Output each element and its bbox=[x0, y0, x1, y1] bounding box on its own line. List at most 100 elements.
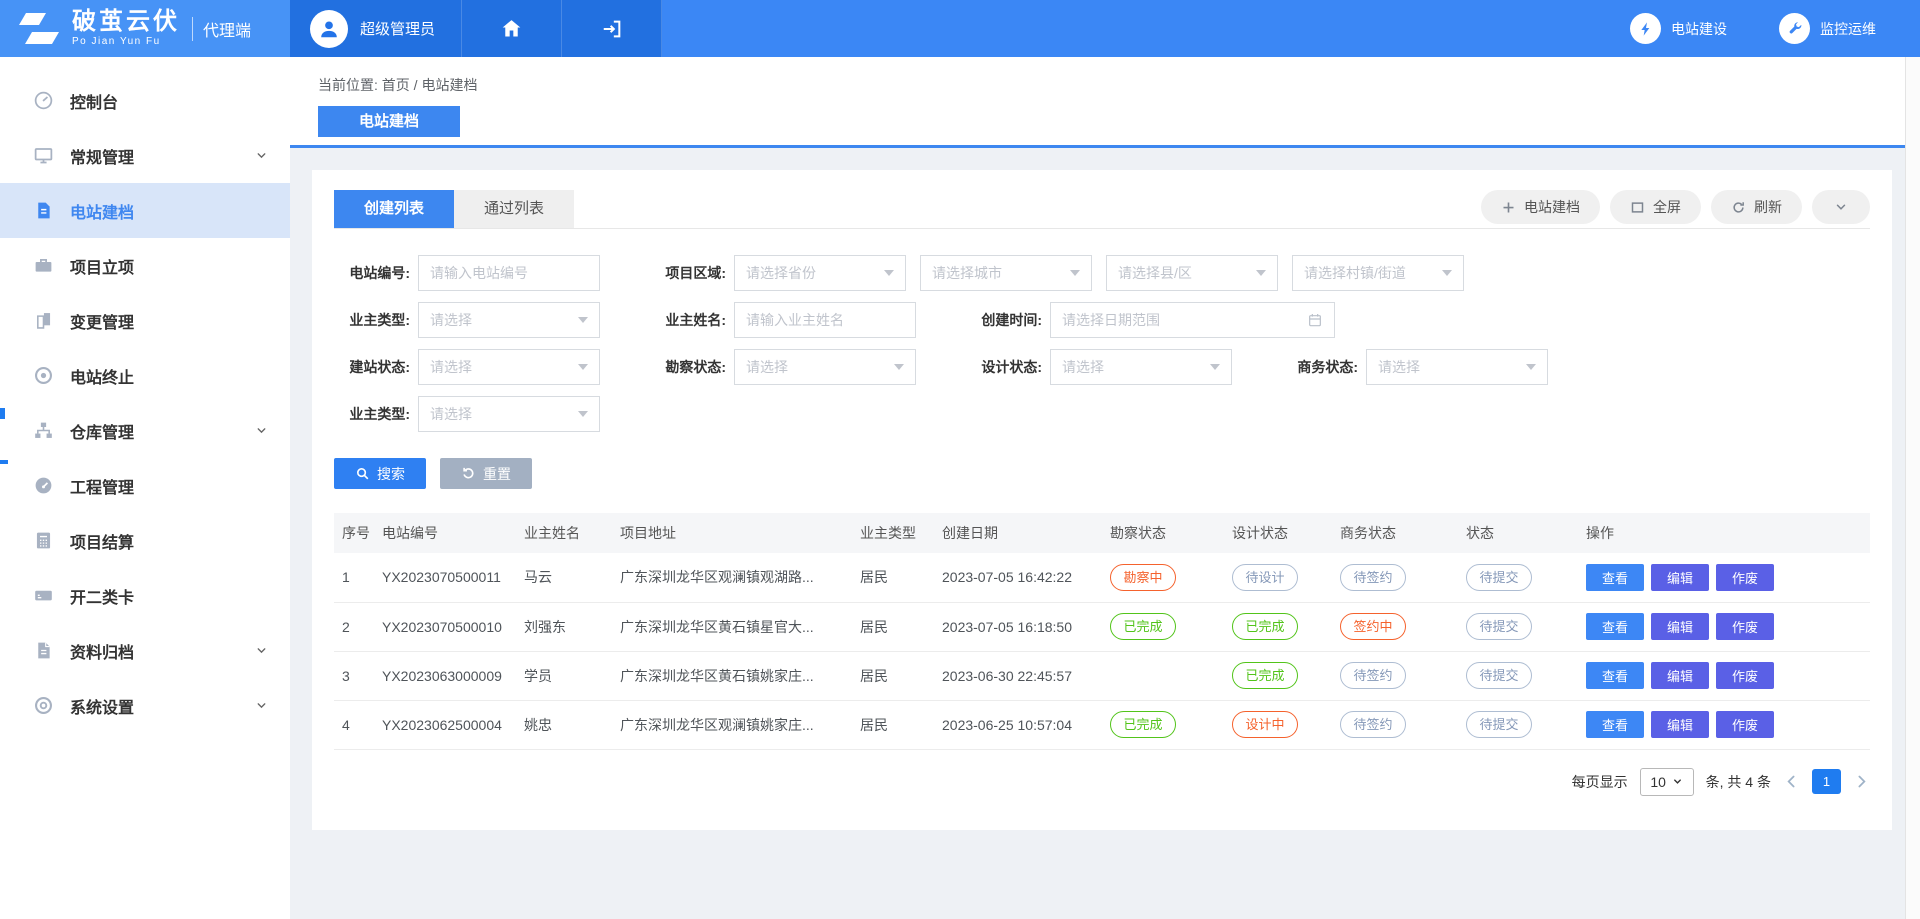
user-name: 超级管理员 bbox=[360, 18, 435, 39]
void-button[interactable]: 作废 bbox=[1716, 613, 1774, 640]
tab-create-list[interactable]: 创建列表 bbox=[334, 190, 454, 228]
sidebar-item-label: 系统设置 bbox=[70, 694, 134, 718]
page-tab-station-archive[interactable]: 电站建档 bbox=[318, 106, 460, 137]
create-station-button[interactable]: 电站建档 bbox=[1481, 190, 1600, 224]
business-status-badge: 签约中 bbox=[1340, 613, 1406, 640]
sidebar-item-engineering-mgmt[interactable]: 工程管理 bbox=[0, 458, 290, 513]
search-label: 搜索 bbox=[377, 464, 405, 484]
page-body: 创建列表 通过列表 电站建档 全屏 bbox=[290, 148, 1920, 919]
fullscreen-button[interactable]: 全屏 bbox=[1610, 190, 1701, 224]
caret-down-icon bbox=[1442, 270, 1452, 276]
void-button[interactable]: 作废 bbox=[1716, 662, 1774, 689]
filter-owner-name: 业主姓名: bbox=[650, 302, 916, 338]
quick-link-monitor-ops[interactable]: 监控运维 bbox=[1779, 0, 1876, 57]
col-survey: 勘察状态 bbox=[1102, 513, 1224, 553]
station-table: 序号 电站编号 业主姓名 项目地址 业主类型 创建日期 勘察状态 设计状态 商务… bbox=[334, 513, 1870, 750]
scrollbar[interactable] bbox=[1905, 57, 1920, 919]
province-select[interactable]: 请选择省份 bbox=[734, 255, 906, 291]
select-placeholder: 请选择 bbox=[430, 357, 472, 377]
sidebar-item-label: 仓库管理 bbox=[70, 419, 134, 443]
wrench-icon bbox=[1779, 13, 1810, 44]
lightning-icon bbox=[1630, 13, 1661, 44]
view-button[interactable]: 查看 bbox=[1586, 662, 1644, 689]
sidebar-item-project-settlement[interactable]: 项目结算 bbox=[0, 513, 290, 568]
field-label: 业主类型: bbox=[334, 310, 410, 330]
tab-passed-list[interactable]: 通过列表 bbox=[454, 190, 574, 228]
sidebar-item-open-card[interactable]: 开二类卡 bbox=[0, 568, 290, 623]
sidebar-item-project-initiation[interactable]: 项目立项 bbox=[0, 238, 290, 293]
logout-button[interactable] bbox=[562, 0, 662, 57]
reset-button[interactable]: 重置 bbox=[440, 458, 532, 489]
page-1-button[interactable]: 1 bbox=[1812, 769, 1841, 794]
prev-page-button[interactable] bbox=[1783, 773, 1800, 790]
home-button[interactable] bbox=[462, 0, 562, 57]
brand-logo-icon bbox=[16, 10, 62, 48]
calendar-icon bbox=[1307, 312, 1323, 328]
caret-down-icon bbox=[578, 364, 588, 370]
refresh-label: 刷新 bbox=[1754, 197, 1782, 217]
station-code-input[interactable] bbox=[430, 265, 588, 281]
field-label: 勘察状态: bbox=[650, 357, 726, 377]
quick-link-label: 电站建设 bbox=[1671, 19, 1727, 39]
next-page-button[interactable] bbox=[1853, 773, 1870, 790]
sidebar-item-label: 电站终止 bbox=[70, 364, 134, 388]
field-label: 创建时间: bbox=[966, 310, 1042, 330]
list-card: 创建列表 通过列表 电站建档 全屏 bbox=[312, 170, 1892, 830]
caret-down-icon bbox=[1210, 364, 1220, 370]
sidebar-item-system-settings[interactable]: 系统设置 bbox=[0, 678, 290, 733]
reset-icon bbox=[461, 466, 476, 481]
sidebar-item-warehouse-mgmt[interactable]: 仓库管理 bbox=[0, 403, 290, 458]
per-page-value: 10 bbox=[1650, 774, 1666, 790]
sidebar-item-dashboard[interactable]: 控制台 bbox=[0, 73, 290, 128]
filter-owner-type-2: 业主类型: 请选择 bbox=[334, 396, 600, 432]
view-button[interactable]: 查看 bbox=[1586, 564, 1644, 591]
user-menu[interactable]: 超级管理员 bbox=[290, 0, 462, 57]
town-select[interactable]: 请选择村镇/街道 bbox=[1292, 255, 1464, 291]
void-button[interactable]: 作废 bbox=[1716, 711, 1774, 738]
refresh-button[interactable]: 刷新 bbox=[1711, 190, 1802, 224]
user-strip: 超级管理员 bbox=[290, 0, 662, 57]
view-button[interactable]: 查看 bbox=[1586, 711, 1644, 738]
survey-status-badge: 已完成 bbox=[1110, 711, 1176, 738]
date-range-input[interactable] bbox=[1062, 312, 1307, 328]
city-select[interactable]: 请选择城市 bbox=[920, 255, 1092, 291]
survey-status-select[interactable]: 请选择 bbox=[734, 349, 916, 385]
cell-code: YX2023070500011 bbox=[374, 553, 516, 602]
void-button[interactable]: 作废 bbox=[1716, 564, 1774, 591]
sidebar-item-station-archive[interactable]: 电站建档 bbox=[0, 183, 290, 238]
sidebar-item-station-terminate[interactable]: 电站终止 bbox=[0, 348, 290, 403]
target-icon bbox=[32, 365, 54, 387]
search-button[interactable]: 搜索 bbox=[334, 458, 426, 489]
scroll-indicator-mark bbox=[0, 460, 8, 464]
per-page-select[interactable]: 10 bbox=[1640, 768, 1694, 796]
status-badge: 待提交 bbox=[1466, 613, 1532, 640]
design-status-select[interactable]: 请选择 bbox=[1050, 349, 1232, 385]
owner-type-select[interactable]: 请选择 bbox=[418, 302, 600, 338]
sidebar-item-change-mgmt[interactable]: 变更管理 bbox=[0, 293, 290, 348]
calculator-icon bbox=[32, 530, 54, 552]
per-page-label: 每页显示 bbox=[1572, 772, 1628, 792]
owner-type-select-2[interactable]: 请选择 bbox=[418, 396, 600, 432]
select-placeholder: 请选择省份 bbox=[746, 263, 816, 283]
edit-button[interactable]: 编辑 bbox=[1651, 662, 1709, 689]
edit-button[interactable]: 编辑 bbox=[1651, 564, 1709, 591]
fullscreen-label: 全屏 bbox=[1653, 197, 1681, 217]
owner-name-input[interactable] bbox=[746, 312, 904, 328]
business-status-select[interactable]: 请选择 bbox=[1366, 349, 1548, 385]
status-badge: 待提交 bbox=[1466, 662, 1532, 689]
county-select[interactable]: 请选择县/区 bbox=[1106, 255, 1278, 291]
edit-button[interactable]: 编辑 bbox=[1651, 711, 1709, 738]
view-button[interactable]: 查看 bbox=[1586, 613, 1644, 640]
sidebar-item-general-mgmt[interactable]: 常规管理 bbox=[0, 128, 290, 183]
collapse-toolbar-button[interactable] bbox=[1812, 190, 1870, 224]
design-status-badge: 待设计 bbox=[1232, 564, 1298, 591]
sidebar-item-data-archive[interactable]: 资料归档 bbox=[0, 623, 290, 678]
filter-region: 项目区域: 请选择省份 请选择城市 请选择县/区 请选择村镇/街道 bbox=[650, 255, 1464, 291]
edit-button[interactable]: 编辑 bbox=[1651, 613, 1709, 640]
filter-buttons: 搜索 重置 bbox=[334, 458, 1870, 489]
build-status-select[interactable]: 请选择 bbox=[418, 349, 600, 385]
cell-created: 2023-06-25 10:57:04 bbox=[934, 700, 1102, 749]
quick-link-station-build[interactable]: 电站建设 bbox=[1630, 0, 1727, 57]
caret-down-icon bbox=[1070, 270, 1080, 276]
sidebar-item-label: 资料归档 bbox=[70, 639, 134, 663]
